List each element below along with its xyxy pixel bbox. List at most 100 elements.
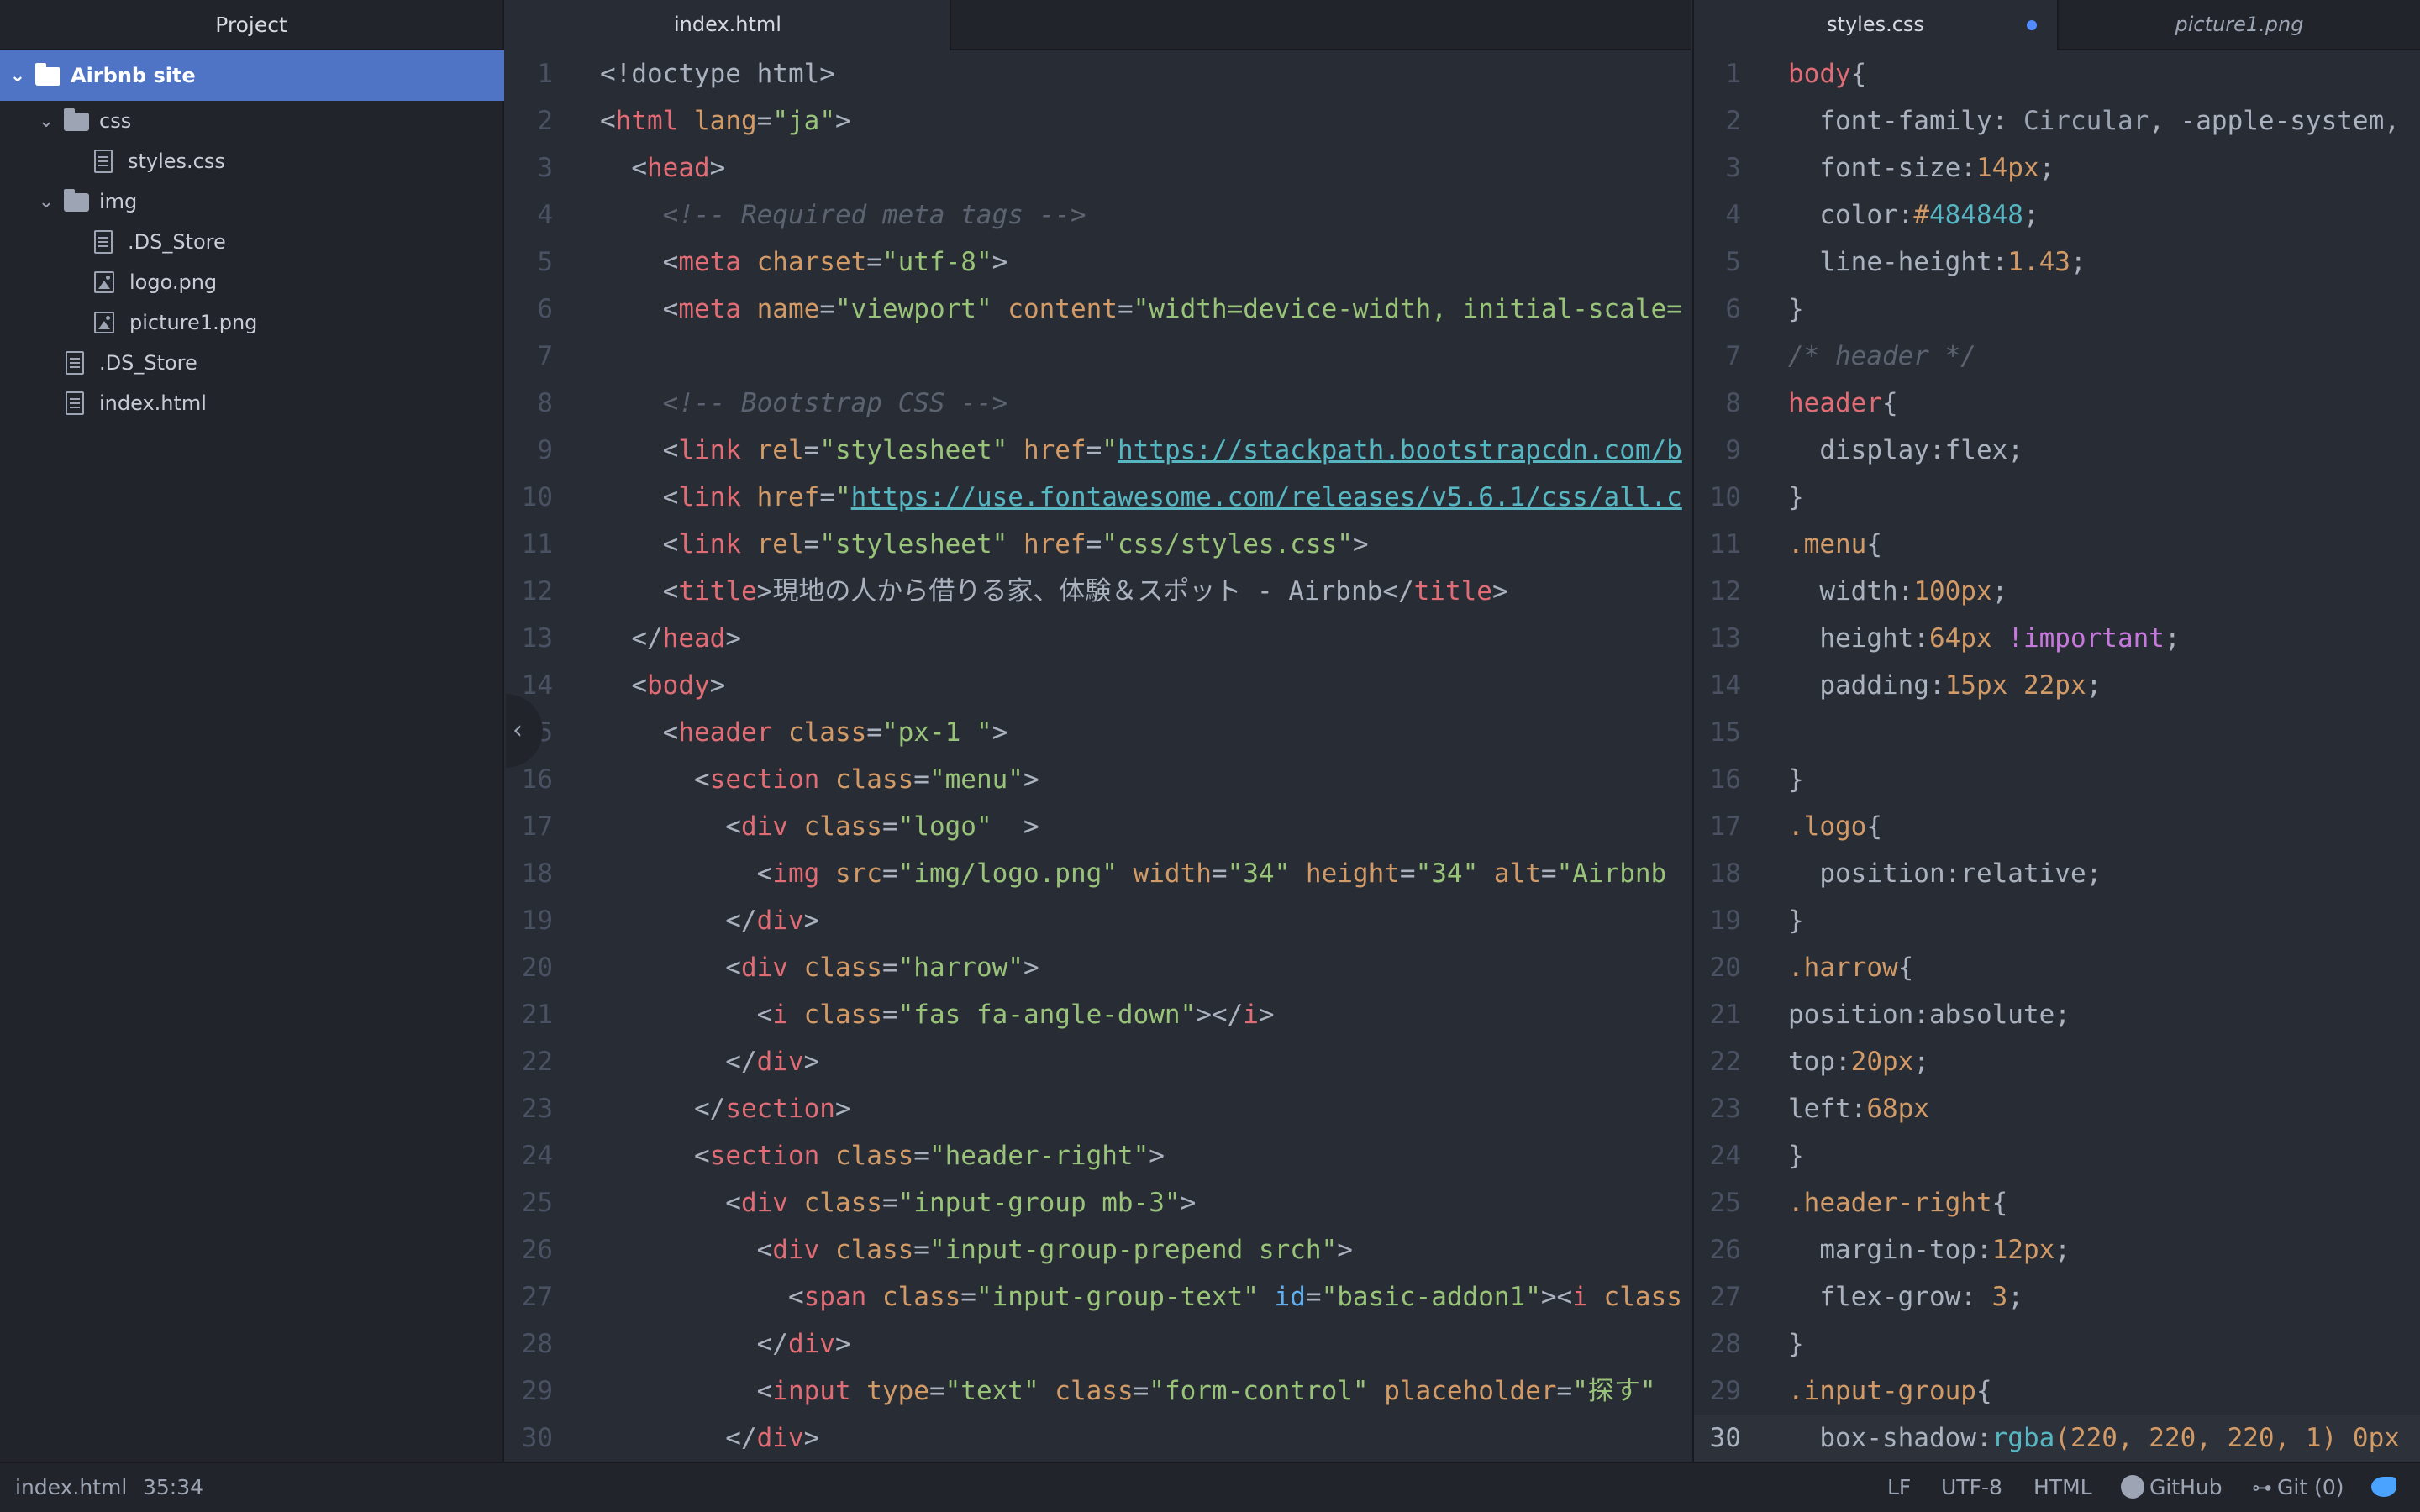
chevron-down-icon[interactable]: ⌄ xyxy=(35,192,57,213)
code-line: 1 body{ xyxy=(1725,59,1867,89)
tree-item-ds-store[interactable]: .DS_Store xyxy=(0,343,504,383)
github-icon xyxy=(2121,1475,2144,1499)
code-line-current: 30 box-shadow:rgba(220, 220, 220, 1) 0px xyxy=(1694,1415,2420,1462)
image-file-icon xyxy=(94,312,114,333)
file-icon xyxy=(94,150,113,173)
status-file-path[interactable]: index.html xyxy=(15,1463,127,1512)
code-line: 27 flex-grow: 3; xyxy=(1709,1282,2023,1312)
code-line: 2 <html lang="ja"> xyxy=(537,106,851,136)
code-line: 5 <meta charset="utf-8"> xyxy=(537,247,1008,277)
tree-item-ds-store[interactable]: .DS_Store xyxy=(0,222,504,262)
code-line: 12 width:100px; xyxy=(1709,576,2008,606)
code-line: 9 display:flex; xyxy=(1725,435,2023,465)
editor-pane-left: index.html 1 <!doctype html> 2 <html lang=… xyxy=(506,0,1691,1462)
git-icon: ⊶ xyxy=(2252,1476,2272,1499)
code-line: 15 xyxy=(1709,717,1741,748)
code-line: 2 font-family: Circular, -apple-system, xyxy=(1725,106,2400,136)
tree-item-label: css xyxy=(99,109,132,133)
chevron-down-icon[interactable]: ⌄ xyxy=(7,66,29,87)
code-line: 9 <link rel="stylesheet" href="https://s… xyxy=(537,435,1682,465)
status-grammar[interactable]: HTML xyxy=(2033,1463,2092,1512)
tab-picture1-png[interactable]: picture1.png xyxy=(2059,0,2420,50)
tab-index-html[interactable]: index.html xyxy=(506,0,951,50)
code-line: 17 <div class="logo" > xyxy=(521,811,1039,842)
code-line: 16 <section class="menu"> xyxy=(521,764,1039,795)
tree-item-label: styles.css xyxy=(128,150,225,173)
tab-styles-css[interactable]: styles.css xyxy=(1694,0,2059,50)
code-line: 21 position:absolute; xyxy=(1709,1000,2070,1030)
code-line: 10} xyxy=(1709,482,1804,512)
code-line: 25 <div class="input-group mb-3"> xyxy=(521,1188,1197,1218)
status-github[interactable]: GitHub xyxy=(2121,1463,2223,1512)
code-line: 18 position:relative; xyxy=(1709,858,2102,889)
tree-item-airbnb-site[interactable]: ⌄ Airbnb site xyxy=(0,50,504,101)
code-line: 29 <input type="text" class="form-contro… xyxy=(521,1376,1656,1406)
code-line: 20 .harrow{ xyxy=(1709,953,1914,983)
tree-item-logo-png[interactable]: logo.png xyxy=(0,262,504,302)
folder-icon xyxy=(64,189,89,212)
tree-item-styles-css[interactable]: styles.css xyxy=(0,141,504,181)
status-line-ending[interactable]: LF xyxy=(1887,1463,1911,1512)
code-line: 5 <header class="px-1 "> xyxy=(537,717,1008,748)
code-line: 1 <!doctype html> xyxy=(537,59,835,89)
code-line: 4 color:#484848; xyxy=(1725,200,2039,230)
code-line: 10 <link href="https://use.fontawesome.c… xyxy=(521,482,1682,512)
code-line: 11 .menu{ xyxy=(1709,529,1882,559)
code-line: 19} xyxy=(1709,906,1804,936)
code-line: 8 <!-- Bootstrap CSS --> xyxy=(537,388,1008,418)
code-line: 8 header{ xyxy=(1725,388,1898,418)
status-cursor-position[interactable]: 35:34 xyxy=(143,1463,203,1512)
bird-icon xyxy=(2371,1477,2396,1497)
tree-item-label: picture1.png xyxy=(129,311,258,334)
code-line: 23 left:68px xyxy=(1709,1094,1929,1124)
tree-item-index-html[interactable]: index.html xyxy=(0,383,504,423)
code-line: 7 xyxy=(537,341,553,371)
code-line: 6 <meta name="viewport" content="width=d… xyxy=(537,294,1682,324)
code-line: 4 <!-- Required meta tags --> xyxy=(537,200,1086,230)
code-line: 7/* header */ xyxy=(1725,341,1976,371)
code-line: 24} xyxy=(1709,1141,1804,1171)
code-line: 20 <div class="harrow"> xyxy=(521,953,1039,983)
status-feedback[interactable] xyxy=(2371,1463,2396,1512)
tree-item-css[interactable]: ⌄ css xyxy=(0,101,504,141)
tree-item-label: Airbnb site xyxy=(71,64,196,87)
code-line: 26 <div class="input-group-prepend srch"… xyxy=(521,1235,1353,1265)
code-line: 21 <i class="fas fa-angle-down"></i> xyxy=(521,1000,1275,1030)
folder-icon xyxy=(64,108,89,131)
status-encoding[interactable]: UTF-8 xyxy=(1941,1463,2002,1512)
code-editor[interactable]: 1 body{ 2 font-family: Circular, -apple-s… xyxy=(1694,50,2420,1462)
code-line: 27 <span class="input-group-text" id="ba… xyxy=(521,1282,1682,1312)
status-bar: index.html 35:34 LF UTF-8 HTML GitHub ⊶ G… xyxy=(0,1462,2420,1512)
code-line: 22 top:20px; xyxy=(1709,1047,1929,1077)
image-file-icon xyxy=(94,271,114,293)
code-line: 16} xyxy=(1709,764,1804,795)
code-line: 3 <head> xyxy=(537,153,726,183)
tree-item-img[interactable]: ⌄ img xyxy=(0,181,504,222)
code-editor[interactable]: 1 <!doctype html> 2 <html lang="ja"> 3 <he… xyxy=(506,50,1691,1462)
file-icon xyxy=(66,391,84,415)
tab-label: styles.css xyxy=(1827,13,1924,36)
tree-item-label: .DS_Store xyxy=(128,230,226,254)
chevron-down-icon[interactable]: ⌄ xyxy=(35,111,57,132)
code-line: 12 <title>現地の人から借りる家、体験＆スポット - Airbnb</t… xyxy=(521,576,1508,606)
code-line: 18 <img src="img/logo.png" width="34" he… xyxy=(521,858,1667,889)
code-line: 23 </section> xyxy=(521,1094,851,1124)
code-line: 28} xyxy=(1709,1329,1804,1359)
file-icon xyxy=(66,351,84,375)
tab-bar: index.html xyxy=(506,0,1691,50)
code-line: 25 .header-right{ xyxy=(1709,1188,2008,1218)
tree-item-picture1-png[interactable]: picture1.png xyxy=(0,302,504,343)
status-git[interactable]: ⊶ Git (0) xyxy=(2252,1463,2344,1512)
tree-view: Project ⌄ Airbnb site ⌄ css styles.css ⌄… xyxy=(0,0,504,1462)
code-line: 13 height:64px !important; xyxy=(1709,623,2181,654)
code-line: 28 </div> xyxy=(521,1329,851,1359)
sidebar-title[interactable]: Project xyxy=(0,0,502,50)
code-line: 11 <link rel="stylesheet" href="css/styl… xyxy=(521,529,1369,559)
code-line: 24 <section class="header-right"> xyxy=(521,1141,1165,1171)
folder-icon xyxy=(35,63,60,86)
code-line: 5 line-height:1.43; xyxy=(1725,247,2086,277)
code-line: 19 </div> xyxy=(521,906,820,936)
modified-indicator-icon[interactable] xyxy=(2027,20,2037,30)
code-line: 29 .input-group{ xyxy=(1709,1376,1992,1406)
tree-item-label: img xyxy=(99,190,138,213)
